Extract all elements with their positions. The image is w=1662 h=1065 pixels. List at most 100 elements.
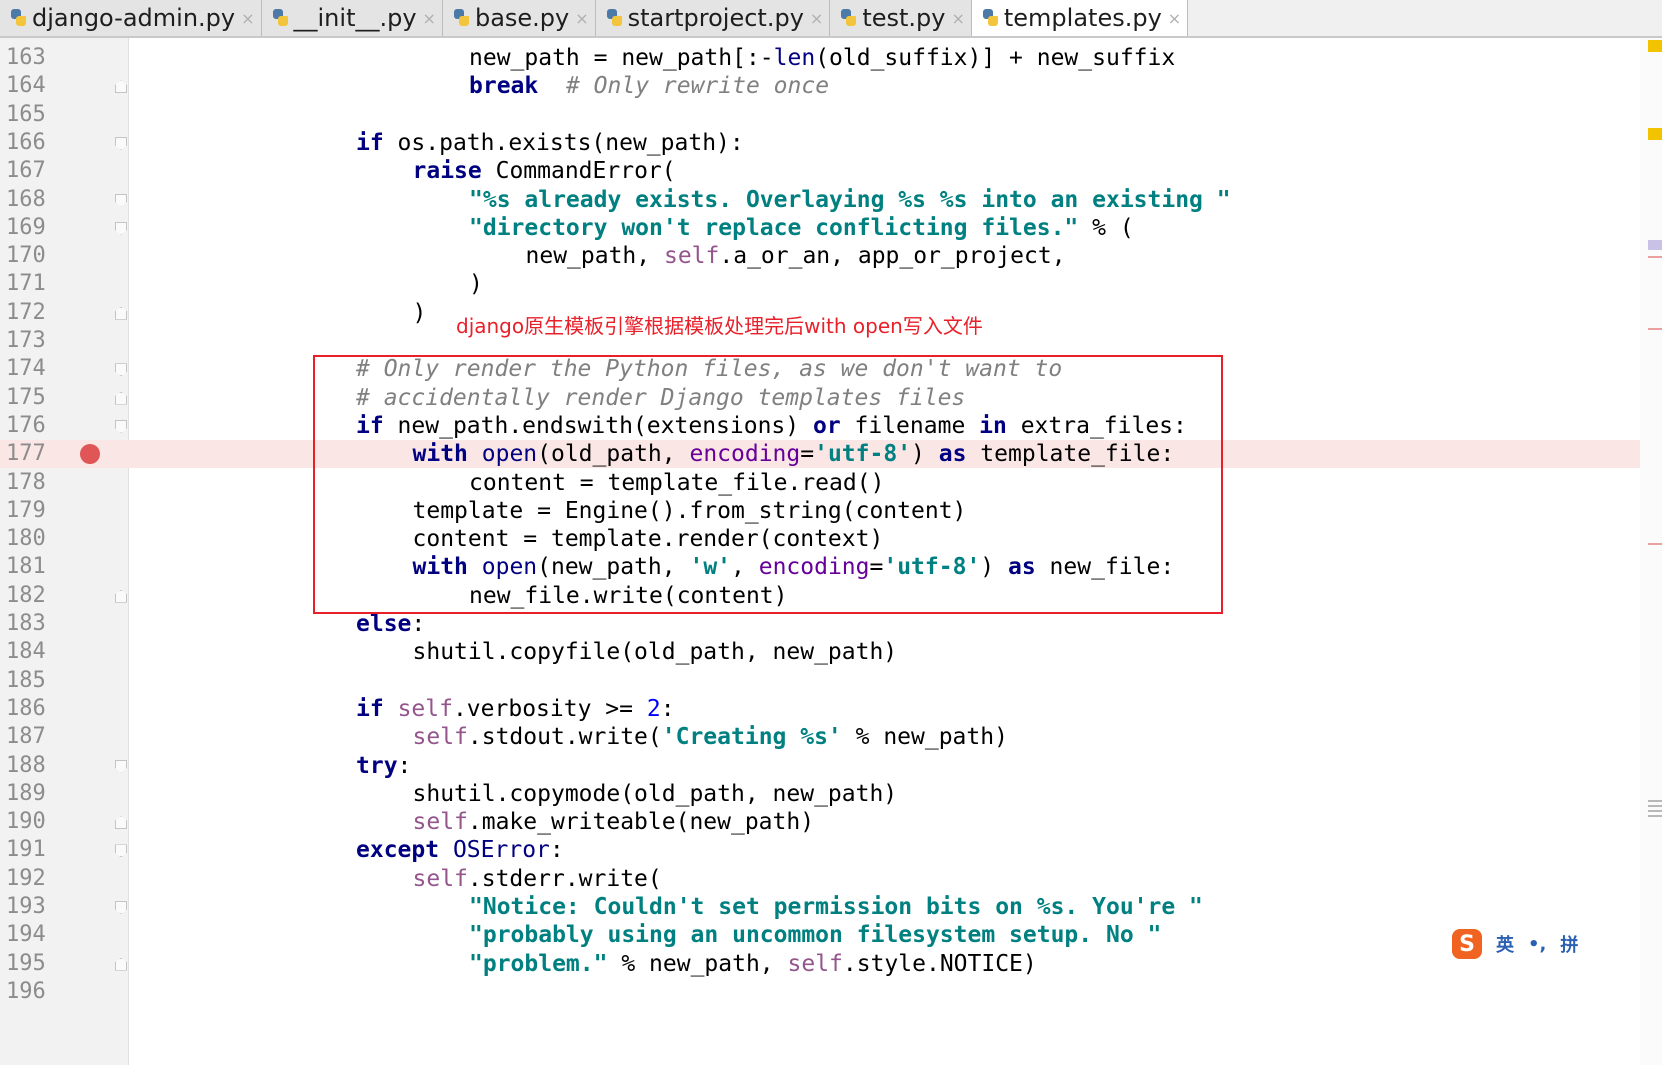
fold-start-icon[interactable] <box>115 759 127 773</box>
fold-start-icon[interactable] <box>115 363 127 377</box>
fold-start-icon[interactable] <box>115 193 127 207</box>
code-line[interactable]: 188 try: <box>0 752 1640 780</box>
code-line[interactable]: 187 self.stdout.write('Creating %s' % new… <box>0 723 1640 751</box>
close-tab-icon[interactable]: × <box>1168 9 1181 28</box>
code-line[interactable]: 171) <box>0 270 1640 298</box>
code-line[interactable]: 192 self.stderr.write( <box>0 865 1640 893</box>
code-token: except <box>356 837 440 864</box>
code-line[interactable]: 167 raise CommandError( <box>0 157 1640 185</box>
code-line[interactable]: 186 if self.verbosity >= 2: <box>0 695 1640 723</box>
code-line[interactable]: 170 new_path, self.a_or_an, app_or_projec… <box>0 242 1640 270</box>
tab-startproject-py[interactable]: startproject.py × <box>595 0 831 36</box>
line-number: 196 <box>6 978 46 1004</box>
code-token: "Notice: Couldn't set permission bits on… <box>469 894 1203 920</box>
code-editor[interactable]: 163 new_path = new_path[:-len(old_suffix)… <box>0 38 1662 1065</box>
fold-end-icon[interactable] <box>115 80 127 94</box>
tab-label: templates.py <box>1003 4 1162 32</box>
error-marker-stripe[interactable] <box>1640 38 1662 1065</box>
ime-punctuation-mode[interactable]: •, <box>1528 934 1546 955</box>
fold-start-icon[interactable] <box>115 419 127 433</box>
tab-django-admin-py[interactable]: django-admin.py × <box>0 0 262 36</box>
breakpoint-icon[interactable] <box>80 444 100 464</box>
close-tab-icon[interactable]: × <box>423 9 436 28</box>
close-tab-icon[interactable]: × <box>575 9 588 28</box>
code-line[interactable]: 164 break # Only rewrite once <box>0 72 1640 100</box>
fold-end-icon[interactable] <box>115 589 127 603</box>
fold-start-icon[interactable] <box>115 136 127 150</box>
ime-language-mode[interactable]: 英 <box>1496 931 1514 957</box>
code-token: : <box>397 752 412 779</box>
line-number: 171 <box>6 271 46 297</box>
code-line[interactable]: 185 <box>0 667 1640 695</box>
code-token: : <box>660 695 675 722</box>
info-marker[interactable] <box>1648 800 1662 818</box>
line-number: 188 <box>6 752 46 778</box>
line-number: 186 <box>6 695 46 721</box>
tab-templates-py[interactable]: templates.py × <box>971 0 1189 36</box>
sogou-logo-icon[interactable]: S <box>1452 929 1482 959</box>
code-line[interactable]: 194 "probably using an uncommon filesyste… <box>0 921 1640 949</box>
code-token: os.path.exists(new_path): <box>383 129 744 156</box>
code-line[interactable]: 184 shutil.copyfile(old_path, new_path) <box>0 638 1640 666</box>
warning-marker[interactable] <box>1648 40 1662 52</box>
code-line[interactable]: 189 shutil.copymode(old_path, new_path) <box>0 780 1640 808</box>
fold-end-icon[interactable] <box>115 391 127 405</box>
code-line[interactable]: 195 "problem." % new_path, self.style.NOT… <box>0 950 1640 978</box>
code-text: ) <box>469 270 483 298</box>
python-file-icon <box>840 7 858 29</box>
fold-start-icon[interactable] <box>115 221 127 235</box>
code-token: "probably using an uncommon filesystem s… <box>469 922 1162 949</box>
code-token: CommandError( <box>481 158 676 185</box>
fold-end-icon[interactable] <box>115 306 127 320</box>
code-token: try <box>356 752 398 779</box>
close-tab-icon[interactable]: × <box>241 9 254 28</box>
code-line[interactable]: 169 "directory won't replace conflicting … <box>0 214 1640 242</box>
code-token: "problem." <box>469 950 608 977</box>
line-number: 181 <box>6 554 46 580</box>
code-token: .verbosity >= <box>452 695 647 722</box>
code-line[interactable]: 163 new_path = new_path[:-len(old_suffix)… <box>0 44 1640 72</box>
close-tab-icon[interactable]: × <box>951 9 964 28</box>
tab-base-py[interactable]: base.py × <box>442 0 596 36</box>
tab-label: base.py <box>474 4 570 32</box>
close-tab-icon[interactable]: × <box>810 9 823 28</box>
code-line[interactable]: 193 "Notice: Couldn't set permission bits… <box>0 893 1640 921</box>
input-method-widget[interactable]: S 英 •, 拼 <box>1452 927 1578 961</box>
code-token: 2 <box>646 695 661 722</box>
code-line[interactable]: 168 "%s already exists. Overlaying %s %s … <box>0 186 1640 214</box>
code-token: shutil.copymode(old_path, new_path) <box>412 780 898 807</box>
line-number: 166 <box>6 129 46 155</box>
code-text: new_path = new_path[:-len(old_suffix)] +… <box>469 44 1175 72</box>
python-file-icon <box>453 7 471 29</box>
code-line[interactable]: 191 except OSError: <box>0 836 1640 864</box>
tab-init-py[interactable]: __init__.py × <box>261 0 443 36</box>
info-marker[interactable] <box>1648 328 1662 330</box>
fold-end-icon[interactable] <box>115 957 127 971</box>
code-text: "Notice: Couldn't set permission bits on… <box>469 893 1203 921</box>
code-token: # Only rewrite once <box>565 73 830 100</box>
code-token: ) <box>412 299 427 326</box>
ime-input-mode[interactable]: 拼 <box>1560 931 1578 957</box>
code-token: if <box>356 129 384 156</box>
code-line[interactable]: 196 <box>0 978 1640 1006</box>
fold-end-icon[interactable] <box>115 816 127 830</box>
code-token: (old_suffix)] + new_suffix <box>815 45 1176 71</box>
code-token: len <box>773 45 816 71</box>
code-token: OSError <box>452 837 550 864</box>
python-file-icon <box>272 7 290 29</box>
info-marker[interactable] <box>1648 256 1662 258</box>
info-marker[interactable] <box>1648 240 1662 250</box>
code-line[interactable]: 183 else: <box>0 610 1640 638</box>
info-marker[interactable] <box>1648 543 1662 545</box>
fold-start-icon[interactable] <box>115 901 127 914</box>
line-number: 172 <box>6 299 46 325</box>
code-line[interactable]: 165 <box>0 101 1640 129</box>
tab-test-py[interactable]: test.py × <box>830 0 972 36</box>
warning-marker[interactable] <box>1648 128 1662 140</box>
code-line[interactable]: 166 if os.path.exists(new_path): <box>0 129 1640 157</box>
code-line[interactable]: 190 self.make_writeable(new_path) <box>0 808 1640 836</box>
code-token: self <box>412 865 468 892</box>
line-number: 168 <box>6 186 46 212</box>
fold-start-icon[interactable] <box>115 844 127 858</box>
code-text: "probably using an uncommon filesystem s… <box>469 921 1161 949</box>
